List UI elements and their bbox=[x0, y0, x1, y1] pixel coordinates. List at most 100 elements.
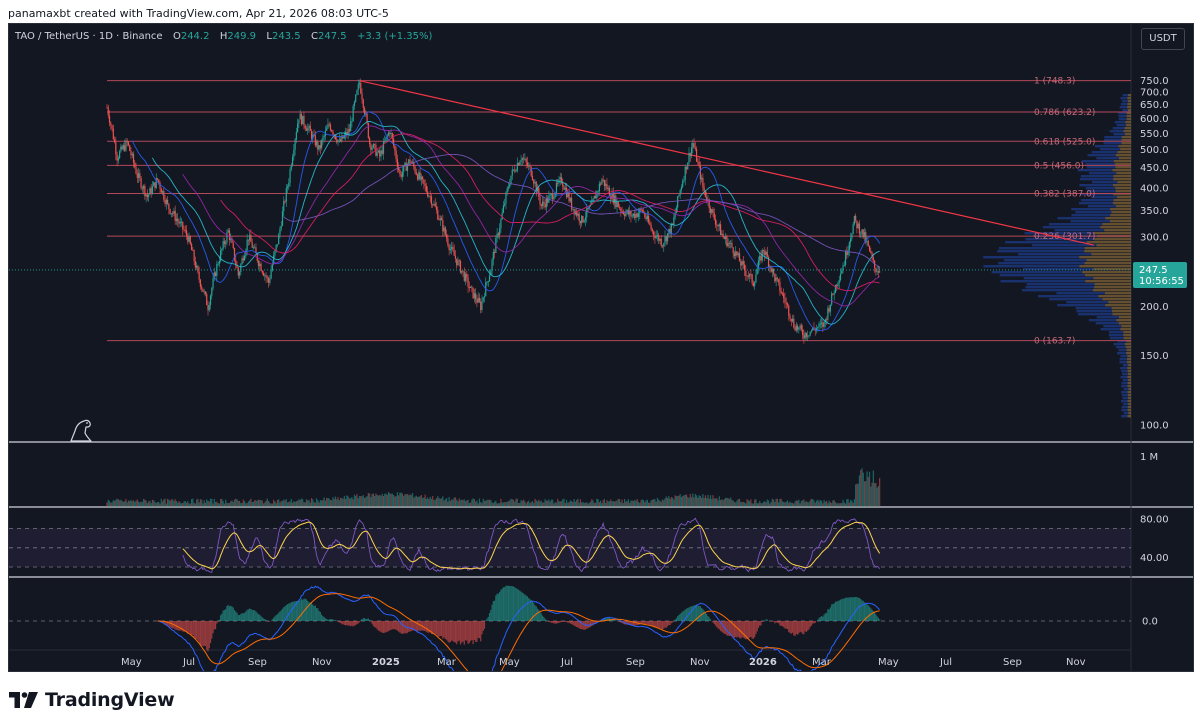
volume-profile-bar bbox=[1084, 262, 1131, 265]
macd-histogram-bar bbox=[646, 621, 648, 624]
macd-histogram-bar bbox=[190, 621, 193, 636]
volume-bar bbox=[225, 499, 227, 507]
volume-bar bbox=[389, 493, 391, 507]
volume-bar bbox=[569, 500, 571, 507]
volume-bar bbox=[284, 500, 286, 507]
volume-bars bbox=[106, 468, 881, 507]
volume-bar bbox=[684, 494, 686, 507]
volume-bar bbox=[145, 500, 147, 507]
volume-bar bbox=[155, 502, 157, 507]
volume-bar bbox=[477, 503, 479, 507]
macd-histogram-bar bbox=[275, 614, 277, 621]
macd-histogram-bar bbox=[794, 621, 796, 637]
macd-histogram-bar bbox=[333, 619, 335, 621]
candle-body bbox=[414, 166, 416, 173]
volume-bar bbox=[526, 501, 529, 507]
volume-profile-bar bbox=[1128, 379, 1131, 382]
macd-histogram-bar bbox=[507, 585, 510, 621]
candle-body bbox=[862, 229, 864, 238]
macd-histogram-bar bbox=[326, 618, 328, 621]
macd-histogram-bar bbox=[398, 621, 400, 632]
volume-profile-bar bbox=[1123, 334, 1131, 337]
macd-histogram-bar bbox=[270, 620, 272, 621]
tradingview-brand: TradingView bbox=[9, 688, 175, 712]
macd-histogram-bar bbox=[396, 621, 398, 631]
volume-bar bbox=[853, 499, 855, 507]
candle-body bbox=[491, 259, 493, 271]
candle-body bbox=[820, 322, 823, 324]
macd-histogram-bar bbox=[440, 621, 443, 637]
candle-body bbox=[517, 163, 520, 166]
candle-body bbox=[620, 208, 622, 212]
macd-histogram-bar bbox=[449, 621, 451, 643]
macd-histogram-bar bbox=[814, 621, 816, 623]
volume-axis-label: 1 M bbox=[1140, 452, 1158, 463]
macd-histogram-bar bbox=[848, 597, 850, 621]
macd-histogram-bar bbox=[867, 605, 869, 621]
volume-bar bbox=[357, 498, 359, 507]
candle-body bbox=[339, 139, 342, 142]
volume-bar bbox=[245, 503, 247, 507]
volume-bar bbox=[672, 497, 674, 507]
candle-body bbox=[156, 178, 159, 180]
currency-button[interactable]: USDT bbox=[1141, 28, 1185, 50]
macd-histogram-bar bbox=[810, 621, 813, 626]
volume-bar bbox=[196, 499, 198, 507]
candle-body bbox=[701, 177, 703, 180]
macd-histogram-bar bbox=[871, 609, 873, 621]
candle-body bbox=[663, 243, 665, 247]
volume-profile-bar bbox=[1093, 277, 1131, 280]
macd-histogram-bar bbox=[427, 621, 429, 633]
macd-histogram-bar bbox=[682, 611, 684, 621]
candle-body bbox=[780, 291, 782, 294]
macd-histogram-bar bbox=[831, 604, 833, 621]
volume-bar bbox=[543, 502, 545, 507]
volume-profile-bar bbox=[1048, 223, 1103, 226]
candle-body bbox=[530, 166, 532, 176]
candle-body bbox=[505, 192, 507, 204]
candle-body bbox=[519, 162, 521, 166]
volume-profile-bar bbox=[1122, 94, 1129, 97]
volume-bar bbox=[631, 500, 633, 507]
volume-profile-bar bbox=[1026, 283, 1095, 286]
chart-panel[interactable]: 1 (748.3) 0.786 (623.2) 0.618 (525.0) 0.5 (… bbox=[8, 23, 1194, 672]
macd-histogram-bar bbox=[232, 607, 234, 621]
candle-body bbox=[232, 242, 234, 248]
macd-histogram-bar bbox=[419, 621, 421, 631]
volume-bar bbox=[444, 499, 446, 507]
macd-histogram-bar bbox=[317, 608, 319, 621]
volume-bar bbox=[721, 499, 723, 507]
candle-body bbox=[692, 142, 694, 148]
volume-bar bbox=[538, 499, 540, 507]
volume-bar bbox=[790, 502, 792, 507]
macd-histogram-bar bbox=[252, 610, 255, 621]
macd-histogram-bar bbox=[312, 604, 314, 621]
volume-bar bbox=[433, 499, 435, 507]
candle-body bbox=[526, 162, 529, 167]
chart-canvas[interactable]: 1 (748.3)0.786 (623.2)0.618 (525.0)0.5 (… bbox=[9, 24, 1194, 672]
volume-bar bbox=[685, 494, 688, 507]
candle-body bbox=[310, 130, 313, 139]
volume-profile-bar bbox=[1086, 166, 1116, 169]
macd-histogram-bar bbox=[345, 621, 347, 626]
candle-body bbox=[466, 273, 468, 278]
candle-body bbox=[601, 179, 603, 185]
volume-bar bbox=[727, 498, 729, 507]
macd-histogram-bar bbox=[394, 621, 396, 630]
candle-body bbox=[462, 270, 464, 272]
volume-bar bbox=[467, 499, 469, 507]
volume-bar bbox=[244, 501, 246, 507]
volume-bar bbox=[165, 503, 167, 507]
volume-profile-bar bbox=[1126, 361, 1131, 364]
volume-bar bbox=[582, 501, 584, 507]
volume-bar bbox=[603, 498, 606, 507]
candle-body bbox=[818, 323, 820, 328]
volume-profile-bar bbox=[1092, 289, 1131, 292]
volume-bar bbox=[875, 483, 877, 507]
volume-bar bbox=[168, 499, 170, 507]
volume-profile-bar bbox=[1112, 169, 1131, 172]
macd-histogram-bar bbox=[577, 621, 579, 628]
candle-body bbox=[804, 332, 806, 339]
volume-profile-bar bbox=[1092, 181, 1118, 184]
volume-bar bbox=[713, 498, 715, 507]
